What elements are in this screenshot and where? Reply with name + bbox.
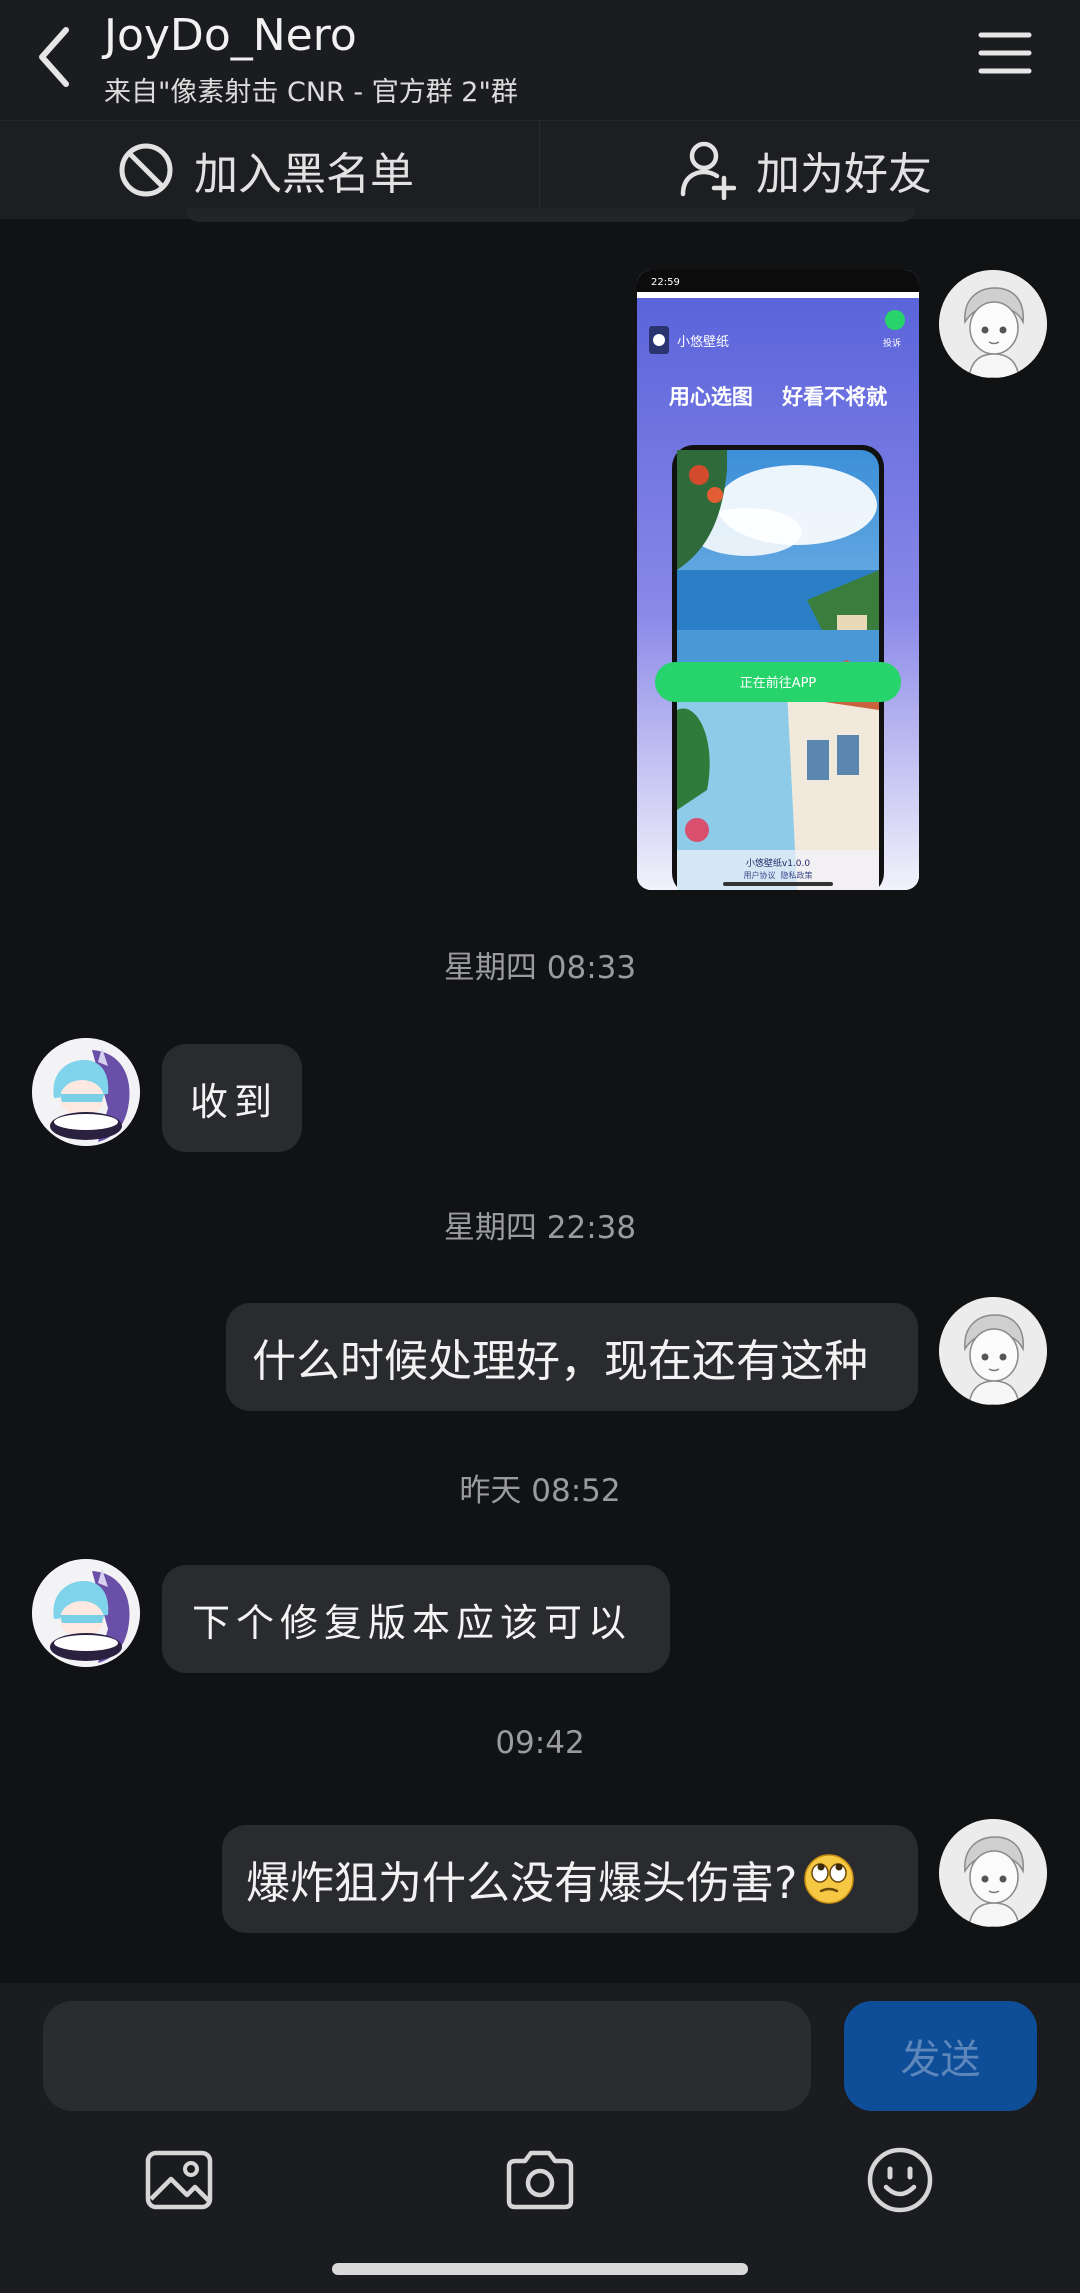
message-bubble-outgoing[interactable]: 什么时候处理好，现在还有这种 [226,1303,918,1411]
divider [539,121,540,219]
app-name: 小悠壁纸 [677,335,729,350]
app-version: 小悠壁纸v1.0.0 [746,857,811,869]
page-title: JoyDo_Nero [104,10,357,61]
eye-roll-emoji [804,1854,855,1904]
smile-icon[interactable] [863,2143,937,2217]
shared-image-message[interactable]: 22:59 小悠壁纸 投诉 用心选图 好看不将就 正在前往APP 小悠壁纸v1.… [637,270,919,890]
sender-avatar[interactable] [32,1038,140,1146]
footer-links: 用户协议 隐私政策 [743,870,812,880]
home-indicator[interactable] [332,2263,748,2275]
message-text: 什么时候处理好，现在还有这种 [252,1336,868,1387]
message-text: 下个修复版本应该可以 [192,1600,633,1645]
send-label: 发送 [900,2037,981,2083]
add-user-icon [680,141,736,200]
app-open-button-label: 正在前往APP [740,675,817,691]
previous-message-edge [185,208,915,222]
add-friend-label: 加为好友 [756,149,932,200]
report-label: 投诉 [883,337,901,349]
slogan: 用心选图 好看不将就 [669,385,887,409]
back-chevron-icon[interactable] [30,22,84,92]
action-bar: 加入黑名单 加为好友 [0,120,1080,219]
group-source-subtitle: 来自"像素射击 CNR - 官方群 2"群 [104,77,518,108]
block-label: 加入黑名单 [194,149,414,200]
message-text: 收到 [190,1079,279,1124]
send-button[interactable]: 发送 [844,2001,1037,2111]
my-avatar[interactable] [939,1297,1047,1405]
status-time: 22:59 [651,277,680,288]
timestamp: 09:42 [495,1725,585,1761]
block-icon [119,143,173,197]
sender-avatar[interactable] [32,1559,140,1667]
composer-bar: 发送 [0,1983,1080,2293]
image-icon[interactable] [143,2143,217,2217]
add-friend-button[interactable]: 加为好友 [680,121,932,219]
block-button[interactable]: 加入黑名单 [118,121,414,219]
camera-icon[interactable] [503,2143,577,2217]
my-avatar[interactable] [939,270,1047,378]
message-bubble-outgoing[interactable]: 爆炸狙为什么没有爆头伤害? [222,1825,918,1933]
message-text: 爆炸狙为什么没有爆头伤害? [246,1858,798,1909]
message-input[interactable] [43,2001,811,2111]
my-avatar[interactable] [939,1819,1047,1927]
hamburger-menu-icon[interactable] [978,30,1032,76]
timestamp: 星期四 22:38 [443,1210,637,1246]
timestamp: 星期四 08:33 [443,950,637,986]
message-bubble-incoming[interactable]: 下个修复版本应该可以 [162,1565,670,1673]
timestamp: 昨天 08:52 [459,1473,621,1509]
message-bubble-incoming[interactable]: 收到 [162,1044,302,1152]
top-bar: JoyDo_Nero 来自"像素射击 CNR - 官方群 2"群 [0,0,1080,120]
app-screenshot-image: 22:59 小悠壁纸 投诉 用心选图 好看不将就 正在前往APP 小悠壁纸v1.… [637,270,919,890]
